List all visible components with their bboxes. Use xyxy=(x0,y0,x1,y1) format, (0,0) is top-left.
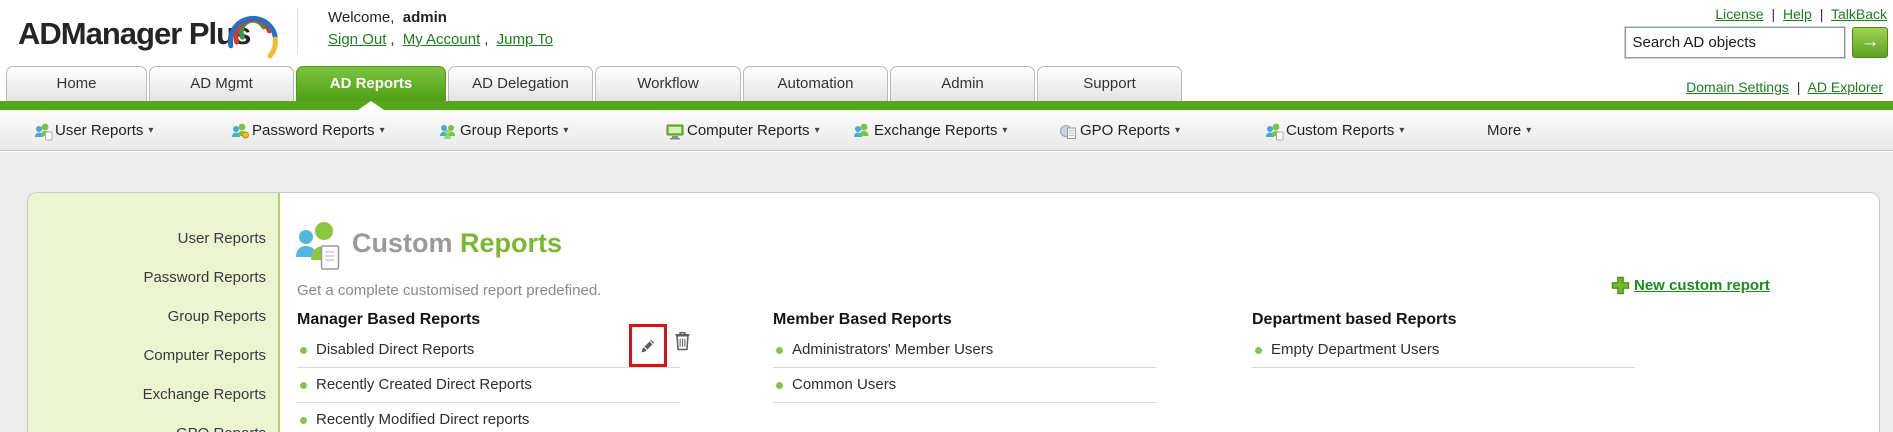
sidebar-item-gpo-reports[interactable]: GPO Reports xyxy=(176,424,266,432)
pipe-separator: | xyxy=(1820,6,1824,22)
header-divider xyxy=(297,8,298,54)
menu-label: More xyxy=(1487,122,1521,139)
sign-out-link[interactable]: Sign Out xyxy=(328,31,386,48)
report-link-recently-modified-direct-reports[interactable]: Recently Modified Direct reports xyxy=(297,403,680,432)
menu-label: Password Reports xyxy=(252,122,375,139)
reports-menu-bar: User Reports ▾ Password Reports ▾ Group … xyxy=(0,110,1893,151)
menu-group-reports[interactable]: Group Reports ▾ xyxy=(438,110,568,151)
report-column-manager-based: Manager Based Reports Disabled Direct Re… xyxy=(297,311,680,432)
comma-separator: , xyxy=(484,31,488,48)
report-column-member-based: Member Based Reports Administrators' Mem… xyxy=(773,311,1156,403)
welcome-text: Welcome, admin xyxy=(328,9,447,26)
pipe-separator: | xyxy=(1771,6,1775,22)
chevron-down-icon: ▾ xyxy=(563,125,568,136)
chevron-down-icon: ▾ xyxy=(1526,125,1531,136)
report-link-administrators-member-users[interactable]: Administrators' Member Users xyxy=(773,333,1156,368)
chevron-down-icon: ▾ xyxy=(148,125,153,136)
tab-workflow[interactable]: Workflow xyxy=(595,66,741,101)
chevron-down-icon: ▾ xyxy=(1399,125,1404,136)
menu-label: Computer Reports xyxy=(687,122,810,139)
menu-user-reports[interactable]: User Reports ▾ xyxy=(33,110,153,151)
search-go-button[interactable]: → xyxy=(1852,27,1888,58)
content-panel: User Reports Password Reports Group Repo… xyxy=(27,192,1880,432)
gpo-icon xyxy=(1058,121,1078,141)
page-title-primary: Custom xyxy=(352,228,453,258)
page-subtitle: Get a complete customised report predefi… xyxy=(297,282,601,299)
menu-label: Exchange Reports xyxy=(874,122,997,139)
session-links: Sign Out, My Account, Jump To xyxy=(328,31,553,48)
menu-label: Custom Reports xyxy=(1286,122,1394,139)
sidebar-item-exchange-reports[interactable]: Exchange Reports xyxy=(143,385,266,404)
chevron-down-icon: ▾ xyxy=(815,125,820,136)
menu-label: Group Reports xyxy=(460,122,558,139)
new-custom-report-button[interactable]: New custom report xyxy=(1611,276,1770,295)
report-link-disabled-direct-reports[interactable]: Disabled Direct Reports xyxy=(297,333,680,368)
tab-ad-mgmt[interactable]: AD Mgmt xyxy=(149,66,294,101)
tab-support[interactable]: Support xyxy=(1037,66,1182,101)
custom-reports-icon xyxy=(1264,121,1284,141)
sidebar-item-group-reports[interactable]: Group Reports xyxy=(168,307,266,326)
utility-links: License | Help | TalkBack xyxy=(1715,6,1887,22)
my-account-link[interactable]: My Account xyxy=(403,31,481,48)
menu-computer-reports[interactable]: Computer Reports ▾ xyxy=(665,110,820,151)
custom-reports-icon xyxy=(295,220,343,277)
welcome-label: Welcome, xyxy=(328,9,394,26)
page-title: Custom Reports xyxy=(352,228,562,259)
menu-password-reports[interactable]: Password Reports ▾ xyxy=(230,110,385,151)
column-heading: Manager Based Reports xyxy=(297,311,680,329)
report-link-recently-created-direct-reports[interactable]: Recently Created Direct Reports xyxy=(297,368,680,403)
license-link[interactable]: License xyxy=(1715,6,1763,22)
edit-highlight-box xyxy=(629,324,667,367)
group-icon xyxy=(438,121,458,141)
edit-pencil-icon[interactable] xyxy=(638,336,658,356)
column-heading: Member Based Reports xyxy=(773,311,1156,329)
domain-links: Domain Settings | AD Explorer xyxy=(1686,79,1883,95)
report-link-empty-department-users[interactable]: Empty Department Users xyxy=(1252,333,1635,368)
chevron-down-icon: ▾ xyxy=(1175,125,1180,136)
comma-separator: , xyxy=(390,31,394,48)
domain-settings-link[interactable]: Domain Settings xyxy=(1686,79,1789,95)
menu-gpo-reports[interactable]: GPO Reports ▾ xyxy=(1058,110,1180,151)
tab-home[interactable]: Home xyxy=(6,66,147,101)
username: admin xyxy=(403,9,447,26)
chevron-down-icon: ▾ xyxy=(380,125,385,136)
menu-label: GPO Reports xyxy=(1080,122,1170,139)
admanager-plus-app: ADManager Plus Welcome, admin Sign Out, … xyxy=(0,0,1893,432)
report-link-common-users[interactable]: Common Users xyxy=(773,368,1156,403)
reports-sidebar: User Reports Password Reports Group Repo… xyxy=(28,193,280,432)
report-column-department-based: Department based Reports Empty Departmen… xyxy=(1252,311,1635,368)
active-tab-notch xyxy=(358,101,384,110)
password-icon xyxy=(230,121,250,141)
sidebar-item-user-reports[interactable]: User Reports xyxy=(178,229,266,248)
jump-to-link[interactable]: Jump To xyxy=(497,31,553,48)
new-custom-report-label: New custom report xyxy=(1634,277,1770,294)
computer-icon xyxy=(665,121,685,141)
search-input[interactable] xyxy=(1625,27,1845,58)
exchange-icon xyxy=(852,121,872,141)
tab-ad-reports[interactable]: AD Reports xyxy=(296,66,446,102)
tab-ad-delegation[interactable]: AD Delegation xyxy=(448,66,593,101)
menu-label: User Reports xyxy=(55,122,143,139)
menu-custom-reports[interactable]: Custom Reports ▾ xyxy=(1264,110,1404,151)
chevron-down-icon: ▾ xyxy=(1002,125,1007,136)
sidebar-item-password-reports[interactable]: Password Reports xyxy=(143,268,266,287)
help-link[interactable]: Help xyxy=(1783,6,1812,22)
users-icon xyxy=(33,121,53,141)
plus-icon xyxy=(1611,276,1630,295)
tab-admin[interactable]: Admin xyxy=(890,66,1035,101)
search-area: → xyxy=(1625,27,1888,58)
column-heading: Department based Reports xyxy=(1252,311,1635,329)
menu-exchange-reports[interactable]: Exchange Reports ▾ xyxy=(852,110,1007,151)
ad-explorer-link[interactable]: AD Explorer xyxy=(1808,79,1883,95)
app-logo: ADManager Plus xyxy=(18,16,250,52)
accent-bar xyxy=(0,101,1893,110)
tab-automation[interactable]: Automation xyxy=(743,66,888,101)
sidebar-item-computer-reports[interactable]: Computer Reports xyxy=(143,346,266,365)
delete-trash-icon[interactable] xyxy=(674,330,691,356)
logo-swoosh-icon xyxy=(224,2,282,67)
pipe-separator: | xyxy=(1797,79,1801,95)
menu-more[interactable]: More ▾ xyxy=(1487,110,1531,151)
page-title-secondary: Reports xyxy=(460,228,562,258)
talkback-link[interactable]: TalkBack xyxy=(1831,6,1887,22)
